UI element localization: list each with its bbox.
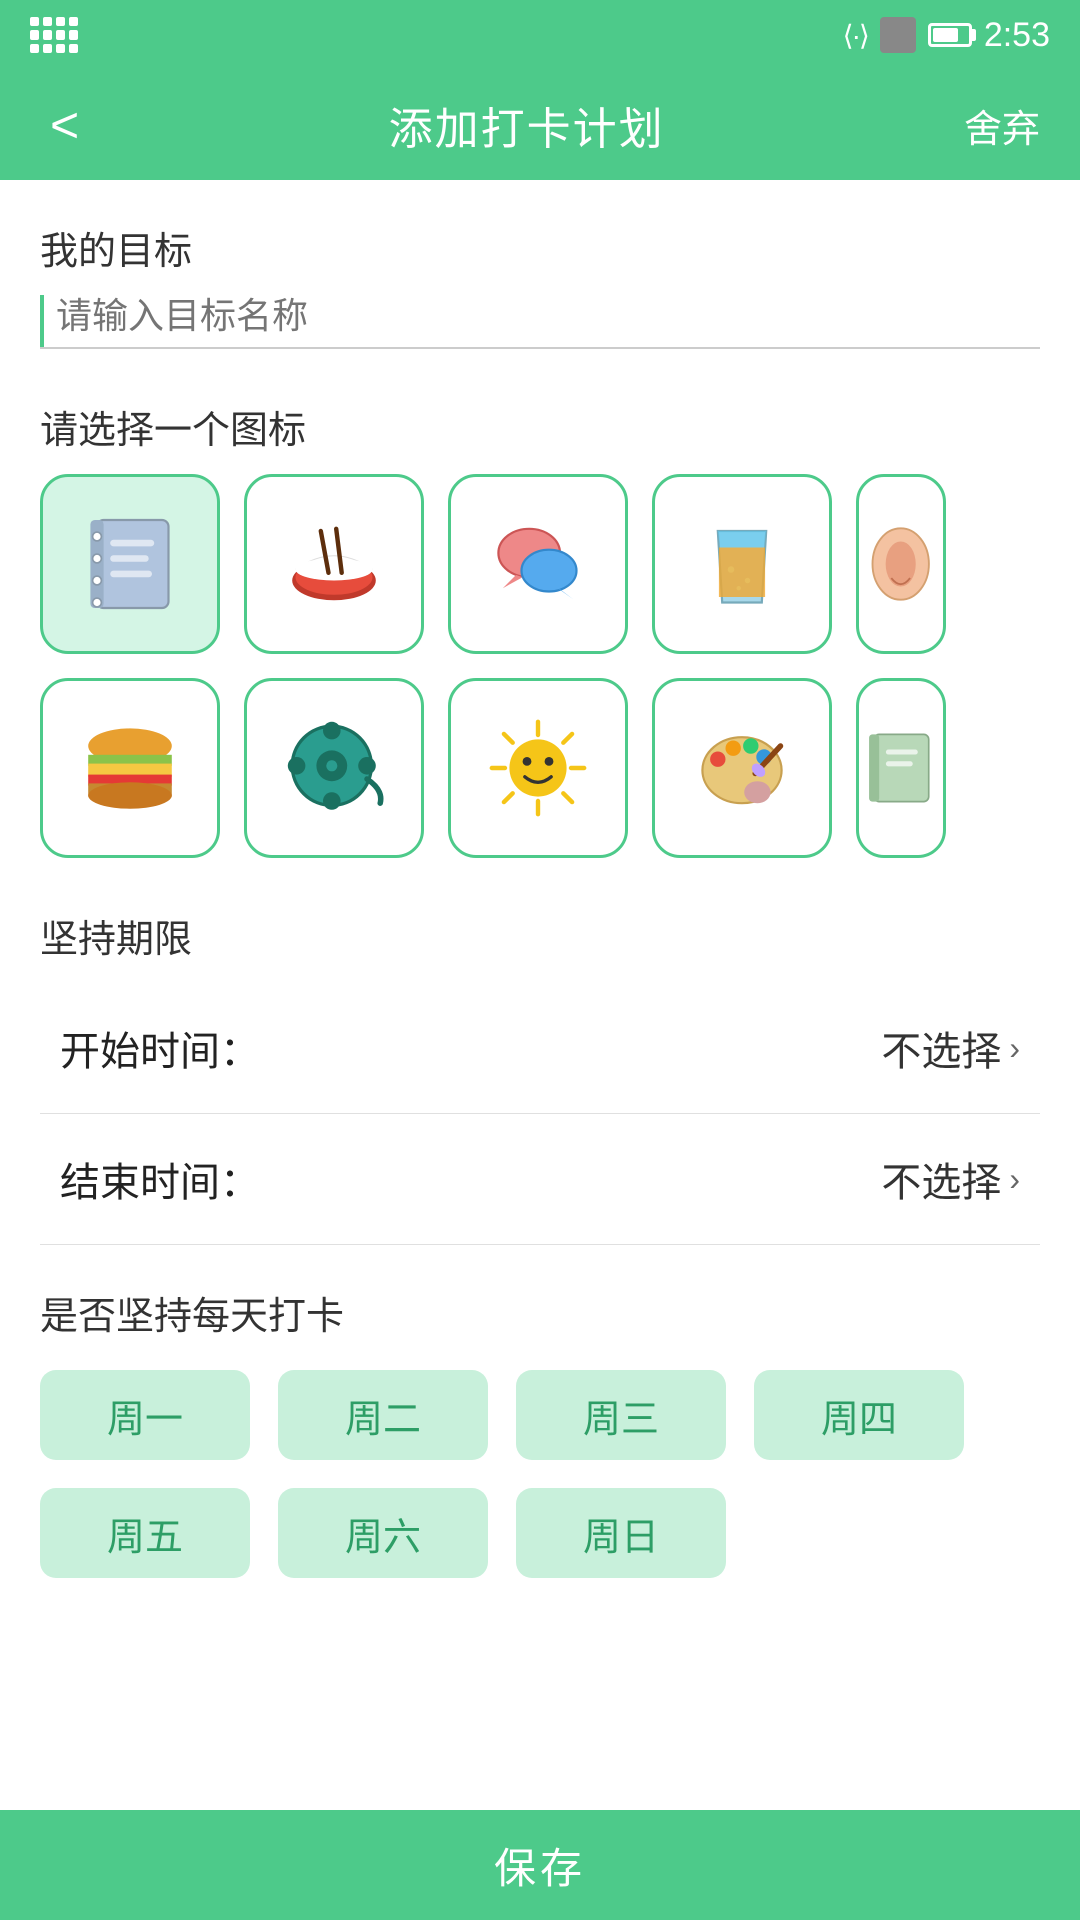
cancel-button[interactable]: 舍弃	[964, 98, 1040, 153]
icon-row-2	[40, 678, 1040, 858]
day-btn-sat[interactable]: 周六	[278, 1488, 488, 1578]
goal-section: 我的目标	[40, 220, 1040, 349]
keyboard-icon	[30, 17, 78, 53]
icon-item-rice[interactable]	[244, 474, 424, 654]
goal-input-wrapper	[40, 295, 1040, 349]
save-bar: 保存	[0, 1810, 1080, 1920]
duration-label: 坚持期限	[40, 908, 1040, 963]
day-btn-thu[interactable]: 周四	[754, 1370, 964, 1460]
save-button[interactable]: 保存	[494, 1835, 586, 1896]
daily-label: 是否坚持每天打卡	[40, 1285, 1040, 1340]
goal-label: 我的目标	[40, 220, 1040, 275]
icon-item-palette[interactable]	[652, 678, 832, 858]
icon-item-notebook2-partial	[856, 678, 946, 858]
day-btn-sun2[interactable]: 周日	[516, 1488, 726, 1578]
sim-icon	[880, 17, 916, 53]
day-buttons-row: 周一 周二 周三 周四 周五 周六 周日	[40, 1370, 1040, 1578]
battery-icon	[928, 23, 972, 47]
start-time-label: 开始时间：	[60, 1019, 260, 1077]
nav-bar: < 添加打卡计划 舍弃	[0, 70, 1080, 180]
icon-item-burger[interactable]	[40, 678, 220, 858]
form-content: 我的目标 请选择一个图标	[0, 180, 1080, 1818]
day-btn-fri[interactable]: 周五	[40, 1488, 250, 1578]
icon-item-ear-partial	[856, 474, 946, 654]
day-btn-mon[interactable]: 周一	[40, 1370, 250, 1460]
day-btn-wed[interactable]: 周三	[516, 1370, 726, 1460]
start-time-value: 不选择 ›	[881, 1019, 1020, 1077]
day-btn-tue[interactable]: 周二	[278, 1370, 488, 1460]
end-time-value: 不选择 ›	[881, 1150, 1020, 1208]
clock: 2:53	[984, 16, 1050, 55]
icon-section: 请选择一个图标	[40, 399, 1040, 858]
start-time-chevron: ›	[1009, 1030, 1020, 1067]
daily-section: 是否坚持每天打卡 周一 周二 周三 周四 周五 周六 周日	[40, 1285, 1040, 1578]
icon-row-1	[40, 474, 1040, 654]
keyboard-icon-area	[30, 17, 78, 53]
icon-item-chat[interactable]	[448, 474, 628, 654]
page-title: 添加打卡计划	[389, 93, 665, 157]
icon-item-film[interactable]	[244, 678, 424, 858]
end-time-row[interactable]: 结束时间： 不选择 ›	[40, 1114, 1040, 1245]
status-bar-right: ⟨·⟩ 2:53	[843, 16, 1050, 55]
back-button[interactable]: <	[40, 86, 89, 164]
icon-item-drink[interactable]	[652, 474, 832, 654]
signal-icon: ⟨·⟩	[843, 19, 868, 52]
icon-item-notebook[interactable]	[40, 474, 220, 654]
end-time-chevron: ›	[1009, 1161, 1020, 1198]
end-time-label: 结束时间：	[60, 1150, 260, 1208]
duration-section: 坚持期限 开始时间： 不选择 › 结束时间： 不选择 ›	[40, 908, 1040, 1245]
icon-section-label: 请选择一个图标	[40, 399, 1040, 454]
status-bar: ⟨·⟩ 2:53	[0, 0, 1080, 70]
goal-input[interactable]	[40, 295, 1040, 337]
icon-item-sun[interactable]	[448, 678, 628, 858]
start-time-row[interactable]: 开始时间： 不选择 ›	[40, 983, 1040, 1114]
